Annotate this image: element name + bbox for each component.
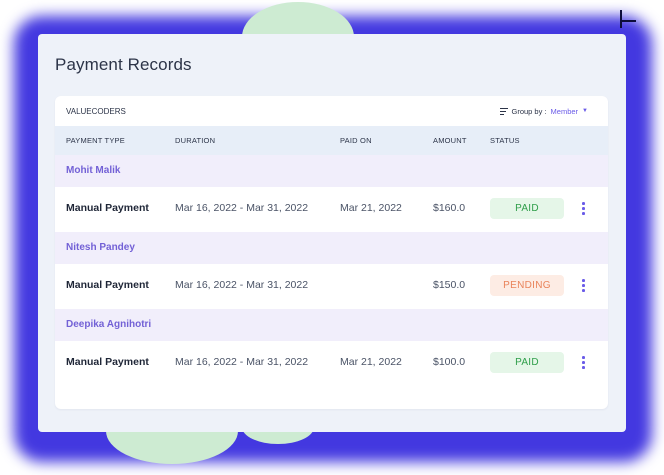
duration: Mar 16, 2022 - Mar 31, 2022 bbox=[175, 356, 309, 368]
table-row: Manual Payment Mar 16, 2022 - Mar 31, 20… bbox=[55, 187, 608, 232]
org-name: VALUECODERS bbox=[66, 106, 126, 116]
member-name: Mohit Malik bbox=[66, 165, 121, 176]
payment-type: Manual Payment bbox=[66, 279, 149, 291]
status-badge: PENDING bbox=[490, 275, 564, 296]
table-row: Manual Payment Mar 16, 2022 - Mar 31, 20… bbox=[55, 264, 608, 309]
column-header-amount: AMOUNT bbox=[433, 136, 467, 145]
column-header-paid-on: PAID ON bbox=[340, 136, 372, 145]
kebab-menu-icon[interactable] bbox=[578, 355, 588, 371]
paid-on: Mar 21, 2022 bbox=[340, 202, 402, 214]
payment-type: Manual Payment bbox=[66, 356, 149, 368]
member-name: Deepika Agnihotri bbox=[66, 319, 152, 330]
duration: Mar 16, 2022 - Mar 31, 2022 bbox=[175, 202, 309, 214]
corner-mark-icon bbox=[618, 10, 636, 28]
group-by-label: Group by : bbox=[511, 106, 547, 116]
column-header-payment-type: PAYMENT TYPE bbox=[66, 136, 125, 145]
kebab-menu-icon[interactable] bbox=[578, 278, 588, 294]
caret-down-icon: ▼ bbox=[582, 108, 588, 114]
payment-type: Manual Payment bbox=[66, 202, 149, 214]
status-badge: PAID bbox=[490, 198, 564, 219]
group-by-value: Member bbox=[550, 106, 579, 116]
group-row-member: Mohit Malik bbox=[55, 155, 608, 187]
table-header: PAYMENT TYPE DURATION PAID ON AMOUNT STA… bbox=[55, 126, 608, 155]
kebab-menu-icon[interactable] bbox=[578, 201, 588, 217]
group-row-member: Nitesh Pandey bbox=[55, 232, 608, 264]
records-card: VALUECODERS Group by : Member ▼ PAYMENT … bbox=[55, 96, 608, 409]
filter-lines-icon bbox=[499, 107, 508, 115]
status-badge: PAID bbox=[490, 352, 564, 373]
paid-on: Mar 21, 2022 bbox=[340, 356, 402, 368]
payment-records-panel: Payment Records VALUECODERS Group by : M… bbox=[38, 34, 626, 432]
group-by-dropdown[interactable]: Group by : Member ▼ bbox=[499, 106, 588, 116]
table-row: Manual Payment Mar 16, 2022 - Mar 31, 20… bbox=[55, 341, 608, 386]
card-header: VALUECODERS Group by : Member ▼ bbox=[55, 96, 608, 126]
group-row-member: Deepika Agnihotri bbox=[55, 309, 608, 341]
amount: $150.0 bbox=[433, 279, 466, 291]
column-header-duration: DURATION bbox=[175, 136, 216, 145]
page-title: Payment Records bbox=[55, 55, 192, 74]
column-header-status: STATUS bbox=[490, 136, 520, 145]
amount: $100.0 bbox=[433, 356, 466, 368]
amount: $160.0 bbox=[433, 202, 466, 214]
duration: Mar 16, 2022 - Mar 31, 2022 bbox=[175, 279, 309, 291]
member-name: Nitesh Pandey bbox=[66, 242, 135, 253]
